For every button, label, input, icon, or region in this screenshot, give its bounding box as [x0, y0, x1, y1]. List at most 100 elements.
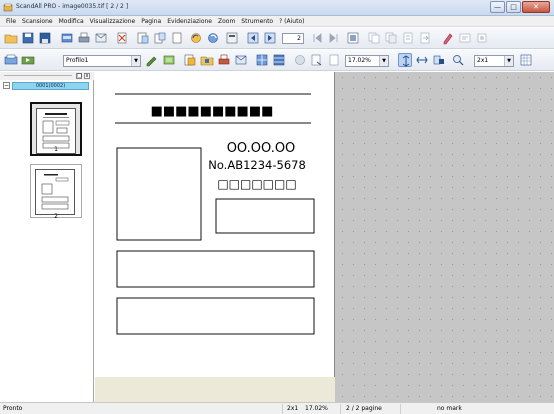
menu-scansione[interactable]: Scansione — [19, 18, 56, 25]
stamp-icon[interactable] — [475, 31, 489, 45]
view-chevron-down-icon[interactable]: ▼ — [504, 56, 513, 66]
zoom-select-icon[interactable] — [327, 53, 341, 67]
next-page-icon[interactable] — [263, 31, 277, 45]
page-number-field[interactable]: 2 — [282, 33, 304, 44]
menu-pagina[interactable]: Pagina — [138, 18, 164, 25]
zoom-chevron-down-icon[interactable]: ▼ — [379, 56, 388, 66]
profile-select[interactable]: Profilo1 ▼ — [63, 55, 141, 67]
paste-page-icon[interactable] — [384, 31, 398, 45]
delete-page-icon[interactable] — [115, 31, 129, 45]
batch-scan-icon[interactable] — [183, 53, 197, 67]
menu-evidenziazione[interactable]: Evidenziazione — [164, 18, 215, 25]
profile-select-value: Profilo1 — [66, 57, 89, 64]
thumbnail-label: 1 — [54, 146, 58, 153]
rotate-right-icon[interactable] — [206, 31, 220, 45]
zoom-area-icon[interactable] — [310, 53, 324, 67]
address-box — [116, 250, 315, 288]
highlight-icon[interactable] — [441, 31, 455, 45]
batch-row[interactable]: − 0001(0002) — [3, 81, 89, 90]
zoom-select-value: 17.02% — [348, 57, 371, 64]
menu-help[interactable]: ? (Aiuto) — [276, 18, 307, 25]
secondary-toolbar: Profilo1 ▼ 17.02% ▼ 2x1 ▼ — [0, 50, 554, 71]
scan-to-mail-icon[interactable] — [234, 53, 248, 67]
view-mode-value: 2x1 — [477, 57, 489, 64]
last-page-icon[interactable] — [327, 31, 341, 45]
menu-strumento[interactable]: Strumento — [238, 18, 276, 25]
menu-visualizzazione[interactable]: Visualizzazione — [87, 18, 139, 25]
print-icon[interactable] — [77, 31, 91, 45]
cut-page-icon[interactable] — [401, 31, 415, 45]
scan-profile-icon[interactable] — [4, 53, 18, 67]
page-properties-icon[interactable] — [225, 31, 239, 45]
status-divider — [282, 404, 283, 414]
scan-to-folder-icon[interactable] — [200, 53, 214, 67]
layout-grid-icon[interactable] — [272, 53, 286, 67]
pane-restore-button[interactable]: □ — [76, 73, 82, 79]
menu-file[interactable]: File — [3, 18, 19, 25]
open-folder-icon[interactable] — [4, 31, 18, 45]
main-toolbar: 2 — [0, 28, 554, 49]
save-icon[interactable] — [21, 31, 35, 45]
close-button[interactable]: ✕ — [522, 1, 550, 13]
status-bar: Pronto 2x1 17.02% 2 / 2 pagine no mark — [0, 402, 554, 414]
pane-grip[interactable] — [4, 75, 72, 76]
profile-edit-icon[interactable] — [145, 53, 159, 67]
thumbnail-view-icon[interactable] — [346, 31, 360, 45]
menu-modifica[interactable]: Modifica — [56, 18, 87, 25]
status-text: Pronto — [3, 405, 23, 412]
blank-page-icon[interactable] — [170, 31, 184, 45]
thumbnail-pane: □ x − 0001(0002) 1 2 — [0, 72, 94, 402]
annotation-icon[interactable] — [458, 31, 472, 45]
view-mode-select[interactable]: 2x1 ▼ — [474, 55, 514, 67]
fit-width-icon[interactable] — [415, 53, 429, 67]
fit-page-icon[interactable] — [398, 53, 412, 67]
collapse-toggle[interactable]: − — [3, 82, 10, 89]
status-pages: 2 / 2 pagine — [346, 405, 382, 412]
layout-icon[interactable] — [255, 53, 269, 67]
signature-box — [215, 198, 315, 234]
scan-to-print-icon[interactable] — [217, 53, 231, 67]
remarks-box — [116, 297, 315, 335]
replace-page-icon[interactable] — [153, 31, 167, 45]
document-layout: ■■■■■■■■■■ OO.OO.OO No.AB1234-5678 □□□□□… — [115, 93, 315, 335]
previous-page-icon[interactable] — [246, 31, 260, 45]
chevron-down-icon[interactable]: ▼ — [131, 56, 140, 66]
thumbnail-content-icon — [41, 174, 69, 210]
magnifier-icon[interactable] — [451, 53, 465, 67]
maximize-button[interactable]: □ — [506, 1, 521, 13]
window-title: ScandAll PRO - image0035.tif [ 2 / 2 ] — [16, 3, 129, 10]
profile-manage-icon[interactable] — [162, 53, 176, 67]
document-page: ■■■■■■■■■■ OO.OO.OO No.AB1234-5678 □□□□□… — [95, 72, 335, 377]
scan-icon[interactable] — [60, 31, 74, 45]
save-as-icon[interactable] — [38, 31, 52, 45]
scan-start-icon[interactable] — [21, 53, 35, 67]
first-page-icon[interactable] — [310, 31, 324, 45]
title-bar: ScandAll PRO - image0035.tif [ 2 / 2 ] —… — [0, 0, 554, 16]
grid-view-icon[interactable] — [519, 53, 533, 67]
thumbnail-page-2[interactable] — [30, 164, 82, 218]
pane-close-button[interactable]: x — [84, 73, 90, 79]
email-icon[interactable] — [94, 31, 108, 45]
number-text: No.AB1234-5678 — [208, 158, 306, 172]
status-zoom: 17.02% — [305, 405, 328, 412]
move-page-icon[interactable] — [418, 31, 432, 45]
document-view[interactable]: ■■■■■■■■■■ OO.OO.OO No.AB1234-5678 □□□□□… — [95, 72, 554, 402]
status-view-mode: 2x1 — [287, 405, 299, 412]
hand-tool-icon[interactable] — [293, 53, 307, 67]
app-icon — [3, 3, 13, 12]
actual-size-icon[interactable] — [432, 53, 446, 67]
minimize-button[interactable]: — — [490, 1, 505, 13]
copy-page-icon[interactable] — [367, 31, 381, 45]
header-blocks-text: ■■■■■■■■■■ — [151, 104, 274, 119]
status-mark: no mark — [437, 405, 462, 412]
thumbnail-pane-header: □ x — [0, 72, 94, 80]
insert-page-icon[interactable] — [136, 31, 150, 45]
rotate-left-icon[interactable] — [189, 31, 203, 45]
menu-zoom[interactable]: Zoom — [215, 18, 238, 25]
batch-label[interactable]: 0001(0002) — [12, 81, 89, 90]
menu-bar: File Scansione Modifica Visualizzazione … — [0, 16, 554, 27]
zoom-select[interactable]: 17.02% ▼ — [345, 55, 389, 67]
date-text: OO.OO.OO — [227, 141, 296, 156]
code-boxes-text: □□□□□□□ — [217, 177, 296, 191]
thumbnail-image — [35, 169, 75, 215]
